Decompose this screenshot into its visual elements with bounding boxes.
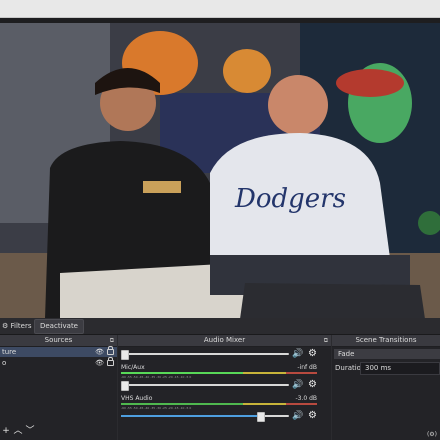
speaker-icon[interactable]: 🔊	[292, 380, 303, 390]
level-meter	[121, 372, 317, 374]
mixer-channel-db: -inf dB	[297, 364, 317, 371]
meter-ticks: -60 -55 -50 -45 -40 -35 -30 -25 -20 -15 …	[121, 375, 192, 379]
source-item-label: ture	[2, 348, 17, 356]
undock-icon[interactable]: ⧉	[324, 335, 328, 346]
volume-slider-knob[interactable]	[121, 381, 129, 391]
eye-icon[interactable]: 👁	[95, 358, 104, 368]
source-item-label: o	[2, 359, 7, 367]
audio-mixer-dock: Audio Mixer ⧉ 🔊 ⚙ Mic/Aux -inf dB -60 -5…	[118, 335, 331, 440]
eye-icon[interactable]: 👁	[95, 347, 104, 357]
filters-button[interactable]: ⚙ Filters	[0, 320, 36, 332]
volume-slider[interactable]	[121, 350, 289, 360]
scene-transitions-body: Fade Duration 300 ms (⚙)	[332, 347, 440, 440]
sources-dock: Sources ⧉ ture 👁 o 👁 + ︿ ﹀	[0, 335, 117, 440]
sources-title: Sources	[44, 336, 73, 344]
source-item[interactable]: ture 👁	[0, 346, 117, 357]
mixer-channel-db: -3.0 dB	[295, 395, 317, 402]
filter-icon: ⚙	[2, 322, 9, 330]
sources-list: ture 👁 o 👁 + ︿ ﹀	[0, 346, 117, 440]
source-item[interactable]: o 👁	[0, 357, 117, 368]
plus-icon[interactable]: +	[0, 425, 12, 437]
audio-mixer-title: Audio Mixer	[203, 336, 246, 344]
gear-icon[interactable]: ⚙	[308, 380, 318, 390]
filters-label: Filters	[10, 322, 32, 330]
window-top-bar	[0, 0, 440, 18]
duration-field[interactable]: 300 ms	[360, 362, 440, 375]
undock-icon[interactable]: ⧉	[110, 335, 114, 346]
volume-slider[interactable]	[121, 412, 289, 422]
sources-tools: + ︿ ﹀	[0, 425, 36, 437]
volume-slider-knob[interactable]	[257, 412, 265, 422]
preview-video: Dodgers	[0, 23, 440, 319]
gear-icon[interactable]: ⚙	[308, 411, 318, 421]
deactivate-button[interactable]: Deactivate	[34, 319, 84, 334]
sources-dock-title: Sources ⧉	[0, 335, 117, 347]
level-meter	[121, 403, 317, 405]
volume-slider-fill	[121, 415, 260, 417]
volume-slider[interactable]	[121, 381, 289, 391]
lock-icon[interactable]	[107, 346, 114, 355]
gear-icon[interactable]: (⚙)	[427, 431, 437, 438]
mixer-channel-name: Mic/Aux	[121, 364, 145, 371]
speaker-icon[interactable]: 🔊	[292, 411, 303, 421]
audio-mixer-dock-title: Audio Mixer ⧉	[118, 335, 331, 347]
svg-text:Dodgers: Dodgers	[234, 184, 346, 214]
transition-select[interactable]: Fade	[334, 349, 440, 359]
scene-transitions-title: Scene Transitions	[355, 336, 417, 344]
mixer-channel: Mic/Aux -inf dB -60 -55 -50 -45 -40 -35 …	[118, 364, 331, 394]
audio-mixer-body: 🔊 ⚙ Mic/Aux -inf dB -60 -55 -50 -45 -40 …	[118, 347, 331, 440]
video-frame-illustration: Dodgers	[0, 23, 440, 319]
source-toolbar: ⚙ Filters Deactivate	[0, 318, 440, 335]
speaker-icon[interactable]: 🔊	[292, 349, 303, 359]
preview-area: Dodgers	[0, 18, 440, 319]
scene-transitions-dock: Scene Transitions Fade Duration 300 ms (…	[332, 335, 440, 440]
gear-icon[interactable]: ⚙	[308, 349, 318, 359]
mixer-channel: VHS Audio -3.0 dB -60 -55 -50 -45 -40 -3…	[118, 395, 331, 427]
arrow-up-icon[interactable]: ︿	[12, 425, 24, 437]
lock-icon[interactable]	[107, 357, 114, 366]
mixer-channel-name: VHS Audio	[121, 395, 153, 402]
scene-transitions-dock-title: Scene Transitions	[332, 335, 440, 347]
meter-ticks: -60 -55 -50 -45 -40 -35 -30 -25 -20 -15 …	[121, 406, 192, 410]
arrow-down-icon[interactable]: ﹀	[24, 425, 36, 437]
volume-slider-knob[interactable]	[121, 350, 129, 360]
